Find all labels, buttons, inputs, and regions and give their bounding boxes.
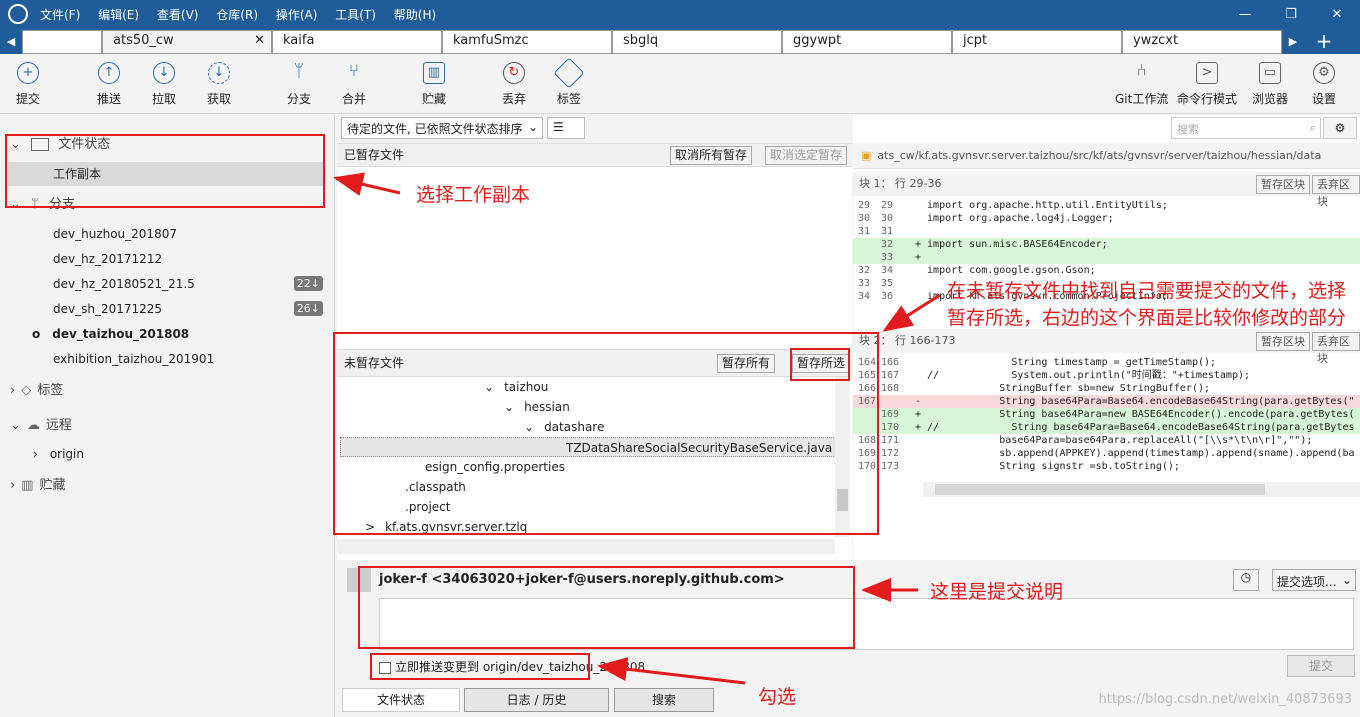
annotation-arrows (333, 172, 941, 685)
watermark: https://blog.csdn.net/weixin_40873693 (1098, 692, 1352, 707)
arrow (882, 293, 941, 332)
arrow (597, 657, 746, 685)
arrow (333, 172, 401, 196)
